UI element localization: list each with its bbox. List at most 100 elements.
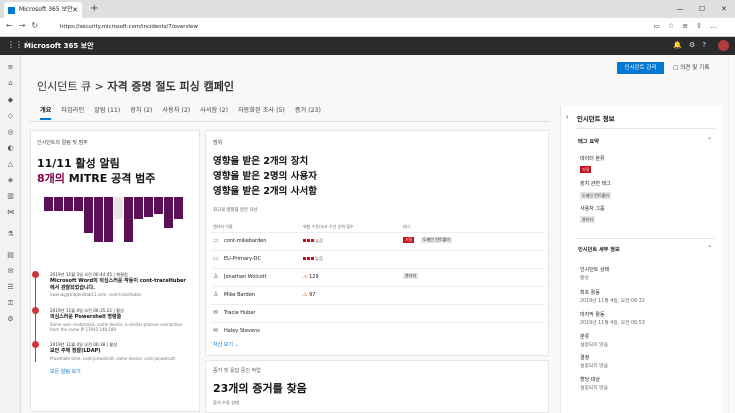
risk-bar-icon	[303, 239, 306, 242]
mailbox-icon: ✉	[213, 327, 219, 334]
risk-label: 높음	[315, 257, 324, 262]
avatar[interactable]	[718, 40, 729, 51]
breadcrumb-root[interactable]: 인시던트 큐	[37, 80, 91, 93]
tab-5[interactable]: 사서함 (2)	[200, 106, 228, 120]
tab-1[interactable]: 타임라인	[61, 106, 84, 120]
back-icon[interactable]: ←	[6, 21, 19, 30]
forward-icon[interactable]: →	[19, 21, 32, 30]
notification-icon[interactable]: 🔔	[673, 41, 689, 49]
data-class-tag: 거짓	[580, 166, 592, 173]
feedback-button[interactable]: ▢ 의견 및 기록	[673, 63, 709, 71]
active-alerts-count: 11/11 활성 알림	[37, 157, 120, 170]
minimize-icon[interactable]: —	[669, 0, 691, 18]
affected-mailboxes: 영향을 받은 2개의 사서함	[213, 186, 317, 197]
mitre-bar[interactable]	[174, 197, 183, 219]
hamburger-icon[interactable]: ≡	[6, 63, 15, 72]
maximize-icon[interactable]: ☐	[691, 0, 713, 18]
close-tab-icon[interactable]: ✕	[72, 2, 78, 18]
view-assets-link[interactable]: 자산 보기 ⌄	[213, 341, 239, 348]
help-icon[interactable]: ?	[702, 41, 713, 49]
risk-level: 높음	[303, 238, 323, 244]
device-icon: ▭	[213, 237, 219, 244]
asset-name[interactable]: Mike Barden	[224, 292, 255, 298]
lab-icon[interactable]: ⚗	[6, 230, 15, 239]
tab-3[interactable]: 장치 (2)	[130, 106, 152, 120]
tab-7[interactable]: 증거 (23)	[295, 106, 321, 120]
network-icon[interactable]: ⋈	[6, 208, 15, 217]
data-class-label: 데이터 분류	[580, 156, 605, 162]
favorites-icon[interactable]: ☆	[668, 22, 682, 30]
mitre-bar[interactable]	[104, 197, 113, 242]
mitre-bar[interactable]	[84, 197, 93, 233]
mitre-bar[interactable]	[154, 197, 163, 214]
mitre-bar[interactable]	[94, 197, 103, 242]
app-title[interactable]: Microsoft 365 보안	[24, 41, 94, 51]
tab-0[interactable]: 개요	[40, 106, 52, 120]
left-nav-rail: ≡ ⌂ ◆ ◇ ◎ ◐ △ ◈ ▥ ⋈ ⚗ ▤ ✉ ☰ ⚿ ⚙	[0, 55, 21, 413]
asset-name[interactable]: EU-Primary-DC	[224, 256, 261, 262]
email-icon[interactable]: ✉	[6, 267, 15, 276]
collections-icon[interactable]: ≡	[682, 22, 696, 30]
browser-tab[interactable]: Microsoft 365 보안 ✕	[4, 2, 82, 18]
chevron-up-icon[interactable]: ⌃	[707, 137, 712, 144]
mitre-bar[interactable]	[134, 197, 143, 219]
mitre-bar[interactable]	[164, 197, 173, 228]
evidence-header: 증거 및 응답 중인 작업	[213, 368, 261, 374]
mitre-bar[interactable]	[54, 197, 63, 211]
close-window-icon[interactable]: ✕	[713, 0, 735, 18]
tab-4[interactable]: 사용자 (2)	[162, 106, 190, 120]
tab-6[interactable]: 자동화된 조사 (5)	[238, 106, 285, 120]
more-icon[interactable]: …	[710, 22, 725, 30]
rail-settings-icon[interactable]: ⚙	[6, 315, 15, 324]
incidents-icon[interactable]: ◇	[6, 112, 15, 121]
manage-incident-button[interactable]: 인시던트 관리	[617, 62, 664, 74]
row-divider	[211, 232, 545, 233]
alert-desc: owenag@mtptestlab11.com, cont-traceHuber	[50, 292, 142, 297]
actions-icon[interactable]: ◎	[6, 128, 15, 137]
chevron-up-icon[interactable]: ⌃	[707, 245, 712, 252]
tab-title: Microsoft 365 보안	[19, 6, 73, 13]
alert-title[interactable]: Microsoft Word의 의심스러운 작동이 cont-traceHube…	[50, 278, 190, 292]
affected-users: 영향을 받은 2명의 사용자	[213, 171, 317, 182]
row-divider	[211, 304, 545, 305]
mitre-bar[interactable]	[124, 197, 133, 242]
secure-score-icon[interactable]: ◈	[6, 176, 15, 185]
mitre-bar[interactable]	[74, 197, 83, 211]
app-bar	[0, 37, 735, 55]
view-all-alerts-link[interactable]: 모든 알림 보기	[50, 368, 81, 375]
share-icon[interactable]: ⇧	[696, 22, 710, 30]
asset-name[interactable]: Haley Stevens	[224, 328, 260, 334]
evidence-count: 23개의 증거를 찾음	[213, 382, 307, 395]
refresh-icon[interactable]: ↻	[31, 21, 44, 30]
permissions-icon[interactable]: ⚿	[6, 299, 15, 308]
device-tags-label: 장치 관련 태그	[580, 181, 611, 187]
reading-view-icon[interactable]: ▭	[653, 22, 668, 30]
shield-icon[interactable]: ◆	[6, 96, 15, 105]
alert-title[interactable]: 보안 주체 정찰(LDAP)	[50, 348, 190, 355]
timeline-dot	[32, 307, 39, 314]
url-field[interactable]: https://security.microsoft.com/incidents…	[60, 24, 198, 30]
mitre-bar[interactable]	[64, 197, 73, 211]
risk-bar-icon	[311, 239, 314, 242]
reports-icon[interactable]: ▥	[6, 192, 15, 201]
settings-icon[interactable]: ⚙	[689, 41, 702, 49]
asset-name[interactable]: cont-mikebarden	[224, 238, 266, 244]
asset-name[interactable]: Jonathan Wolcott	[224, 274, 267, 280]
hunting-icon[interactable]: ◐	[6, 144, 15, 153]
mitre-bar[interactable]	[114, 197, 123, 219]
asset-name[interactable]: Tracie Huber	[224, 310, 255, 316]
mitre-bar[interactable]	[44, 197, 53, 211]
policy-icon[interactable]: ☰	[6, 283, 15, 292]
risk-level: ⚠ 129	[303, 274, 319, 280]
tab-2[interactable]: 알림 (11)	[94, 106, 120, 120]
alert-title[interactable]: 의심스러운 Powershell 명령줄	[50, 314, 190, 321]
new-tab-icon[interactable]: +	[90, 3, 98, 14]
col-entity: 엔터티 이름	[213, 224, 233, 229]
threat-icon[interactable]: △	[6, 160, 15, 169]
mitre-bar[interactable]	[144, 197, 153, 217]
asset-tag: 관리자	[403, 273, 419, 279]
page-scrollbar[interactable]	[728, 55, 735, 413]
device-list-icon[interactable]: ▤	[6, 251, 15, 260]
collapse-panel-icon[interactable]: ›	[566, 113, 569, 121]
home-icon[interactable]: ⌂	[6, 79, 15, 88]
